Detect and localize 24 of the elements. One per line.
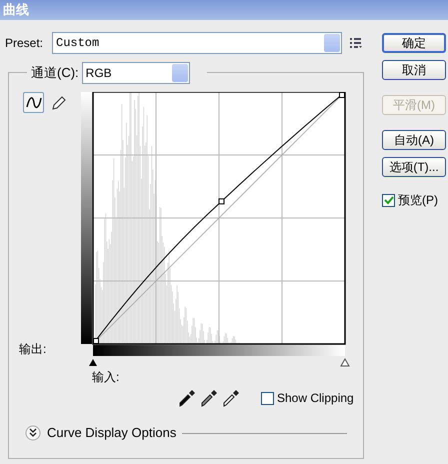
expand-icon[interactable] bbox=[25, 424, 41, 441]
curve-graph-drawing[interactable] bbox=[92, 92, 346, 345]
dialog-button[interactable]: 自动(A) bbox=[382, 130, 446, 150]
curve-tool-button[interactable] bbox=[23, 92, 44, 113]
output-label: 输出: bbox=[19, 341, 48, 358]
eyedropper-icon[interactable] bbox=[223, 390, 239, 406]
input-label: 输入: bbox=[91, 369, 120, 386]
check-icon bbox=[383, 194, 394, 206]
dialog-button[interactable]: 取消 bbox=[382, 60, 446, 80]
show-clipping-checkbox[interactable]: Show Clipping bbox=[261, 389, 354, 407]
dialog-button[interactable]: 确定 bbox=[382, 33, 446, 53]
highlight-slider-handle[interactable] bbox=[340, 358, 350, 366]
channel-dropdown[interactable]: RGB bbox=[82, 62, 190, 84]
menu-icon[interactable] bbox=[350, 38, 362, 48]
eyedropper-icon[interactable] bbox=[201, 390, 217, 406]
preset-dropdown[interactable]: Custom bbox=[52, 32, 342, 54]
preset-label: Preset: bbox=[5, 35, 44, 52]
shadow-slider-handle[interactable] bbox=[89, 359, 97, 366]
display-options-label: Curve Display Options bbox=[47, 424, 176, 442]
window-title: 曲线 bbox=[0, 0, 448, 20]
channel-label: 通道(C): bbox=[31, 64, 79, 82]
eyedropper-icon[interactable] bbox=[179, 390, 195, 406]
dialog-button[interactable]: 选项(T)... bbox=[382, 157, 446, 177]
preview-checkbox[interactable]: 预览(P) bbox=[382, 191, 448, 209]
